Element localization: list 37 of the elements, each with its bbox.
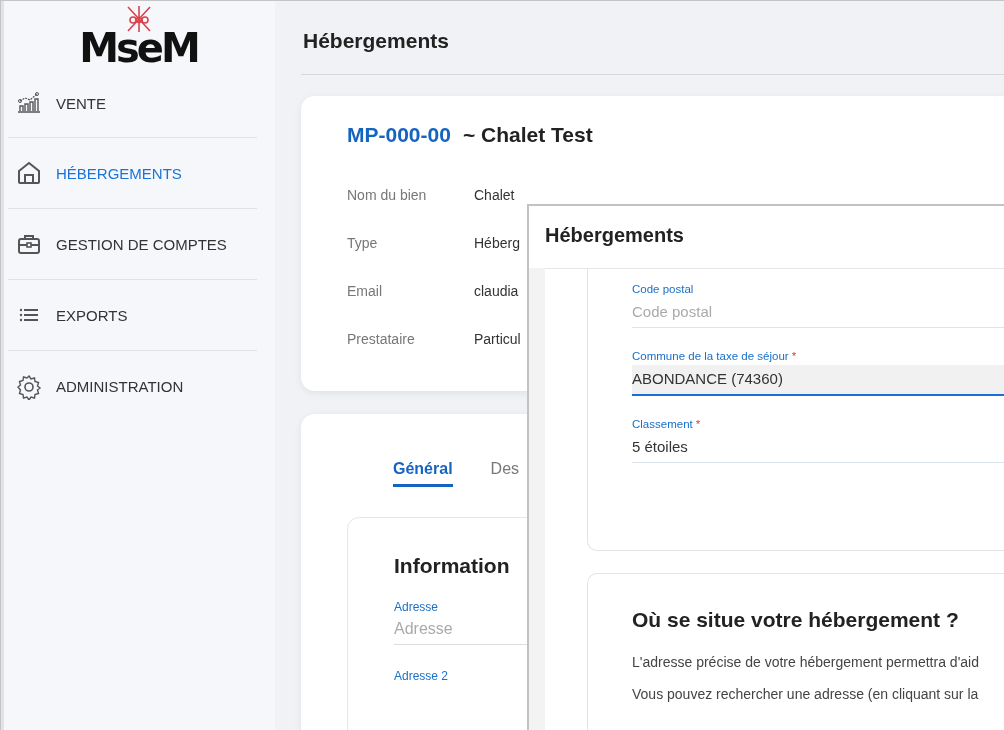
property-name: ~ Chalet Test (462, 123, 593, 147)
input-field[interactable]: Code postal (632, 298, 1004, 328)
nav-item[interactable]: HÉBERGEMENTS (8, 138, 257, 209)
field-label: Type (347, 234, 378, 253)
paragraph: Vous pouvez rechercher une adresse (en cliquant sur la (632, 686, 980, 702)
dialog-title: Hébergements (529, 206, 1004, 268)
page-title: Hébergements (301, 1, 1004, 75)
field-label: Adresse 2 (394, 669, 450, 683)
house-icon (16, 160, 42, 186)
paragraph: L'adresse précise de votre hébergement permettra d'aid (632, 654, 980, 670)
required-mark: * (791, 350, 797, 362)
field-label: Commune de la taxe de séjour (632, 350, 789, 362)
gear-icon (16, 373, 42, 400)
nav-item[interactable]: GESTION DE COMPTES (8, 209, 257, 280)
field-label: Adresse (394, 600, 440, 614)
field-value: Chalet (474, 186, 515, 205)
input-field[interactable]: ABONDANCE (74360) (632, 365, 1004, 396)
field-label: Email (347, 282, 382, 301)
field-value: Héberg (474, 234, 520, 253)
field-label: Code postal (632, 283, 694, 295)
field-label: Prestataire (347, 330, 415, 349)
field-label: Nom du bien (347, 186, 427, 205)
section-title: Où se situe votre hébergement ? (632, 608, 960, 632)
nav-item[interactable]: VENTE (8, 69, 257, 138)
property-code[interactable]: MP-000-00 (347, 123, 451, 147)
field-value: claudia (474, 282, 519, 301)
logo-wordmark: MseM (79, 28, 198, 68)
bar-chart-icon (16, 90, 42, 116)
field-value: Particul (474, 330, 521, 349)
tab[interactable]: Des (490, 460, 520, 487)
field-label: Classement (632, 418, 693, 430)
tab[interactable]: Général (393, 460, 453, 487)
input-field[interactable]: 5 étoiles (632, 433, 1004, 463)
section-title: Information (394, 554, 511, 578)
nav-item[interactable]: EXPORTS (8, 280, 257, 351)
required-mark: * (695, 418, 701, 430)
nav-item[interactable]: ADMINISTRATION (8, 351, 257, 422)
